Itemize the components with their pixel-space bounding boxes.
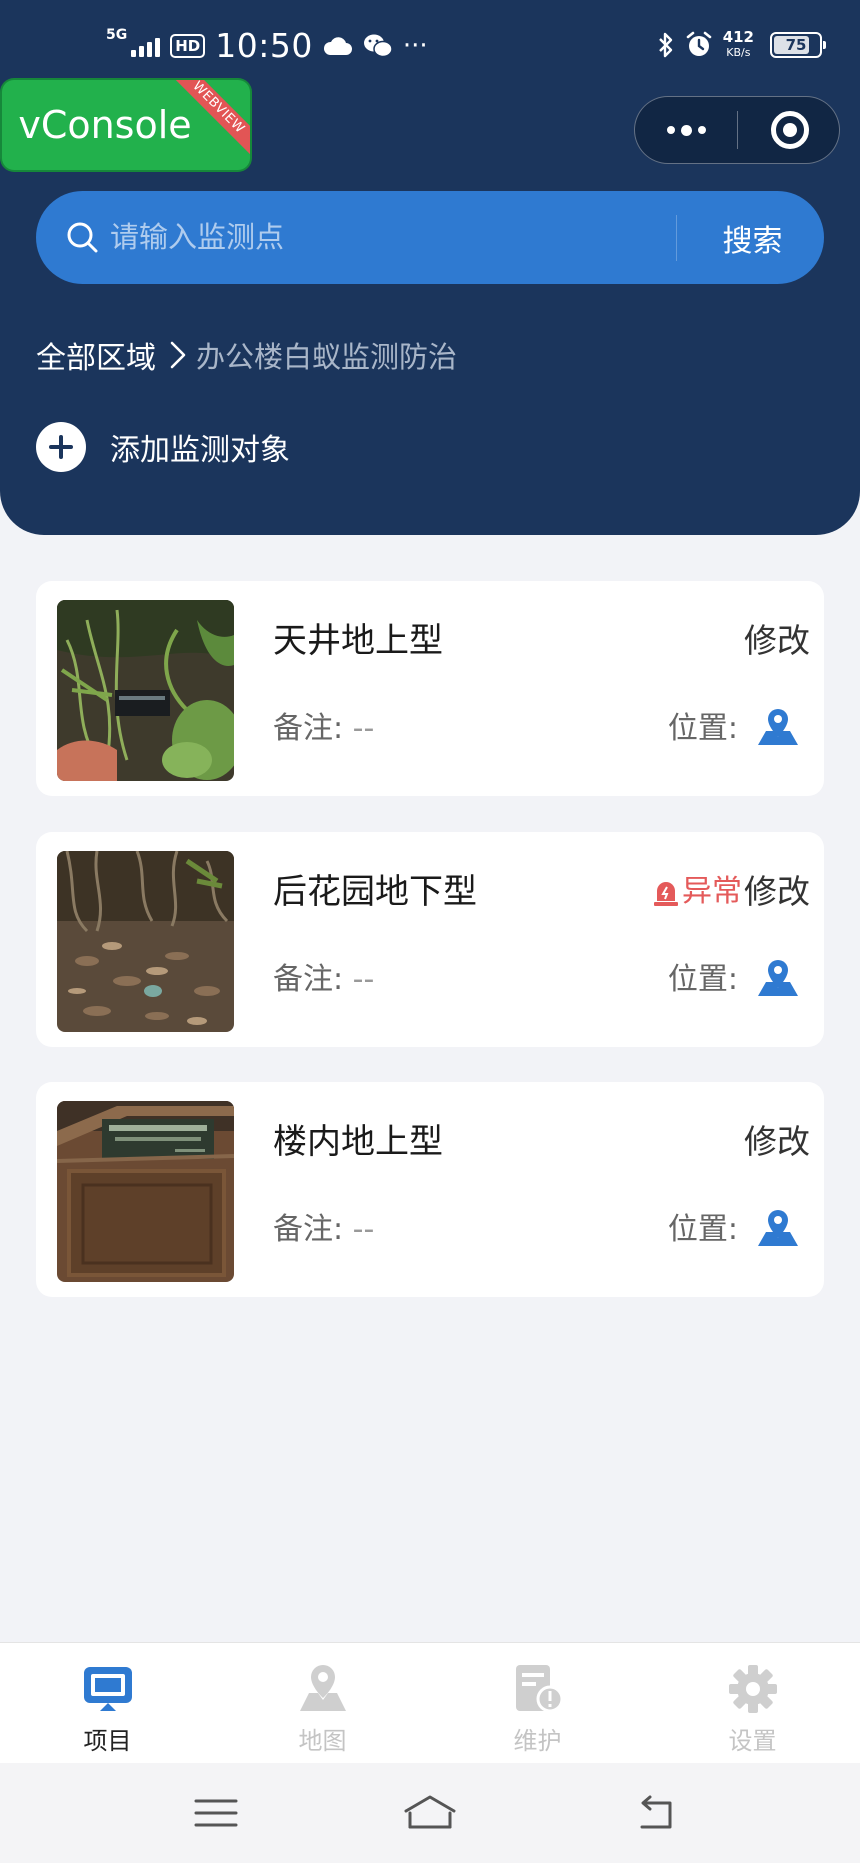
tab-label: 地图 [298,1727,347,1755]
edit-button[interactable]: 修改 [744,1120,810,1164]
remark: 备注: -- [273,960,374,1000]
monitor-title: 楼内地上型 [273,1122,443,1162]
plus-circle-icon [36,422,86,472]
monitor-title: 天井地上型 [273,621,443,661]
remark: 备注: -- [273,709,374,749]
search-bar: 搜索 [36,191,824,284]
wechat-icon [363,34,393,58]
monitor-card[interactable]: 后花园地下型 异常 修改 备注: -- 位置: [36,832,824,1047]
location-label: 位置: [667,711,738,746]
tab-map[interactable]: 地图 [215,1643,430,1763]
breadcrumb-current: 办公楼白蚁监测防治 [196,340,458,374]
monitor-card[interactable]: 楼内地上型 修改 备注: -- 位置: [36,1082,824,1297]
monitor-photo [57,851,234,1032]
location-label: 位置: [667,1212,738,1247]
monitor-photo [57,600,234,781]
remark-label: 备注: [273,711,344,746]
net-speed-unit: KB/s [726,46,751,59]
monitor-photo [57,1101,234,1282]
remark: 备注: -- [273,1210,374,1250]
monitor-icon [83,1667,132,1711]
search-button[interactable]: 搜索 [681,191,824,284]
tab-settings[interactable]: 设置 [645,1643,860,1763]
alert-badge: 异常 [652,872,742,912]
menu-icon[interactable] [192,1793,240,1833]
remark-label: 备注: [273,1212,344,1247]
gear-icon [728,1665,777,1713]
search-icon [67,222,98,253]
hd-badge: HD [170,34,206,58]
battery-level: 75 [785,36,807,54]
tab-maintenance[interactable]: 维护 [430,1643,645,1763]
tab-projects[interactable]: 项目 [0,1643,215,1763]
header: 5G HD 10:50 ··· 412 KB/s 75 vConsole WEB… [0,0,860,535]
bluetooth-icon [658,32,672,58]
app-screen: 5G HD 10:50 ··· 412 KB/s 75 vConsole WEB… [0,0,860,1863]
edit-button[interactable]: 修改 [744,619,810,663]
close-miniprogram-icon[interactable] [771,111,809,149]
more-status-icon: ··· [402,31,428,61]
search-input[interactable] [110,211,690,263]
tab-label: 设置 [728,1727,777,1755]
alarm-light-icon [654,882,678,906]
map-pin-icon[interactable] [754,956,802,1004]
maintenance-icon [515,1665,563,1713]
map-icon [299,1665,346,1711]
status-right: 412 KB/s 75 [657,30,826,60]
battery-icon: 75 [770,32,826,58]
edit-button[interactable]: 修改 [744,870,810,914]
map-pin-icon[interactable] [754,1206,802,1254]
net-speed-value: 412 [722,28,754,46]
clock: 10:50 [215,26,313,65]
search-divider [676,215,677,261]
miniprogram-capsule [634,96,840,164]
map-pin-icon[interactable] [754,705,802,753]
status-left: 5G HD 10:50 ··· [106,28,428,64]
remark-value: -- [352,711,375,746]
capsule-divider [737,111,738,149]
tab-label: 项目 [83,1727,132,1755]
monitor-card[interactable]: 天井地上型 修改 备注: -- 位置: [36,581,824,796]
tab-bar: 项目 地图 维护 设置 [0,1642,860,1763]
home-icon[interactable] [402,1793,458,1833]
vconsole-button[interactable]: vConsole WEBVIEW [2,80,250,170]
network-type: 5G [106,27,128,43]
add-object-label: 添加监测对象 [110,433,290,468]
vconsole-label: vConsole [18,103,192,147]
remark-value: -- [352,962,375,997]
tab-label: 维护 [513,1727,562,1755]
net-speed: 412 KB/s [723,30,754,60]
signal-icon [131,35,161,57]
back-icon[interactable] [632,1793,680,1833]
cloud-icon [323,37,352,55]
add-object-button[interactable]: 添加监测对象 [36,422,290,472]
remark-value: -- [352,1212,375,1247]
system-nav-bar [0,1763,860,1863]
alert-label: 异常 [682,874,742,909]
remark-label: 备注: [273,962,344,997]
breadcrumb-root[interactable]: 全部区域 [36,333,156,377]
more-menu-icon[interactable] [635,97,737,163]
location-label: 位置: [667,962,738,997]
alarm-icon [686,31,711,56]
chevron-right-icon [170,341,186,369]
monitor-title: 后花园地下型 [273,872,477,912]
breadcrumb: 全部区域 办公楼白蚁监测防治 [36,334,457,376]
